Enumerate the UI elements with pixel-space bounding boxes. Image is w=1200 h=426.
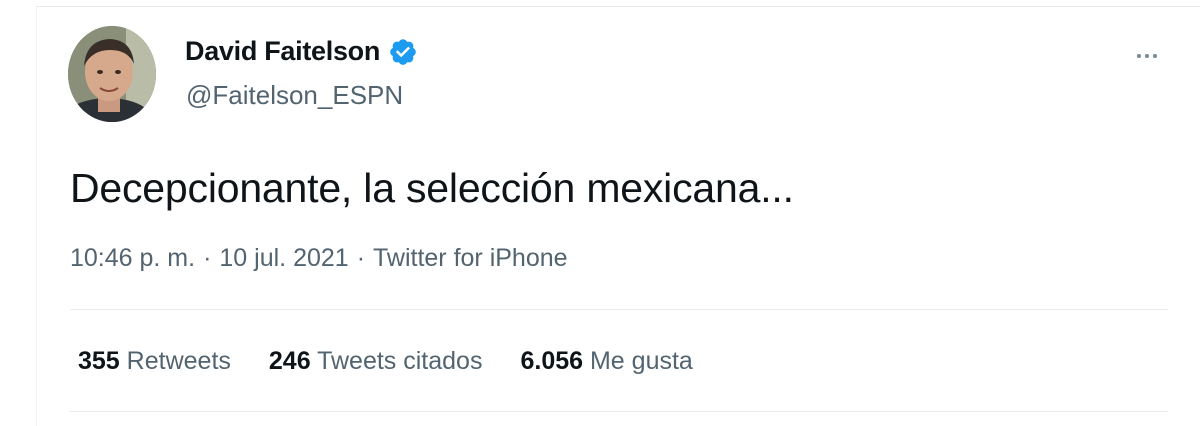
tweet-text: Decepcionante, la selección mexicana... xyxy=(70,165,794,211)
author-name[interactable]: David Faitelson xyxy=(185,36,380,67)
avatar-photo xyxy=(68,26,156,122)
verified-badge-icon xyxy=(390,38,416,65)
tweet-meta: 10:46 p. m. · 10 jul. 2021 · Twitter for… xyxy=(70,244,568,273)
retweets-stat[interactable]: 355 Retweets xyxy=(78,347,231,376)
meta-separator: · xyxy=(203,244,212,272)
quote-tweets-count: 246 xyxy=(268,347,311,375)
more-dot xyxy=(1153,54,1157,58)
author-name-row: David Faitelson xyxy=(185,36,418,67)
tweet-date[interactable]: 10 jul. 2021 xyxy=(219,244,348,273)
author-handle[interactable]: @Faitelson_ESPN xyxy=(186,80,403,111)
likes-count: 6.056 xyxy=(520,347,584,375)
likes-label: Me gusta xyxy=(589,347,693,375)
retweets-count: 355 xyxy=(78,347,120,375)
quote-tweets-stat[interactable]: 246 Tweets citados xyxy=(269,347,483,376)
quote-tweets-label: Tweets citados xyxy=(317,347,483,375)
divider xyxy=(70,309,1168,310)
more-options-icon[interactable] xyxy=(1126,46,1168,66)
more-dot xyxy=(1145,54,1149,58)
likes-stat[interactable]: 6.056 Me gusta xyxy=(520,347,692,376)
meta-separator: · xyxy=(356,244,366,272)
avatar[interactable] xyxy=(68,26,156,122)
retweets-label: Retweets xyxy=(126,347,231,375)
tweet-stats: 355 Retweets 246 Tweets citados 6.056 Me… xyxy=(78,347,693,376)
tweet-time[interactable]: 10:46 p. m. xyxy=(70,244,195,273)
more-dot xyxy=(1137,54,1141,58)
divider xyxy=(70,411,1168,412)
tweet-source[interactable]: Twitter for iPhone xyxy=(373,244,568,273)
